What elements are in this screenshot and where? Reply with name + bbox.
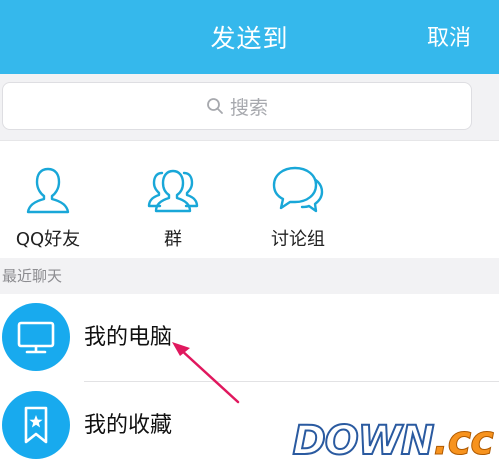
watermark-text-main: DOWN [292,417,436,465]
avatar [2,303,70,371]
category-row: QQ好友 群 讨论组 [0,140,499,259]
list-item-my-computer[interactable]: 我的电脑 [0,294,499,382]
category-label: 群 [164,229,182,250]
chat-bubbles-icon [272,166,324,213]
category-qq-friends[interactable]: QQ好友 [0,141,103,259]
watermark-text-suffix: .cc [433,418,495,465]
person-icon [26,167,70,214]
watermark-logo: DOWN.cc [292,417,495,465]
search-input[interactable]: 搜索 [2,82,472,130]
page-title: 发送到 [210,24,289,53]
monitor-icon [17,321,55,354]
cancel-button[interactable]: 取消 [427,0,471,74]
list-item-label: 我的电脑 [84,325,173,350]
category-label: QQ好友 [15,229,81,250]
category-groups[interactable]: 群 [118,141,228,259]
list-item-label: 我的收藏 [84,413,173,438]
category-discussion-groups[interactable]: 讨论组 [243,141,353,259]
group-icon [147,169,199,213]
search-placeholder: 搜索 [229,96,268,119]
category-label: 讨论组 [271,229,325,250]
bookmark-star-icon [24,406,48,444]
header-bar: 发送到 取消 [0,0,499,74]
avatar [2,391,70,459]
search-icon [207,98,223,114]
search-placeholder-row: 搜索 [3,83,471,129]
search-area: 搜索 [0,74,499,140]
section-header-recent: 最近聊天 [0,258,499,294]
